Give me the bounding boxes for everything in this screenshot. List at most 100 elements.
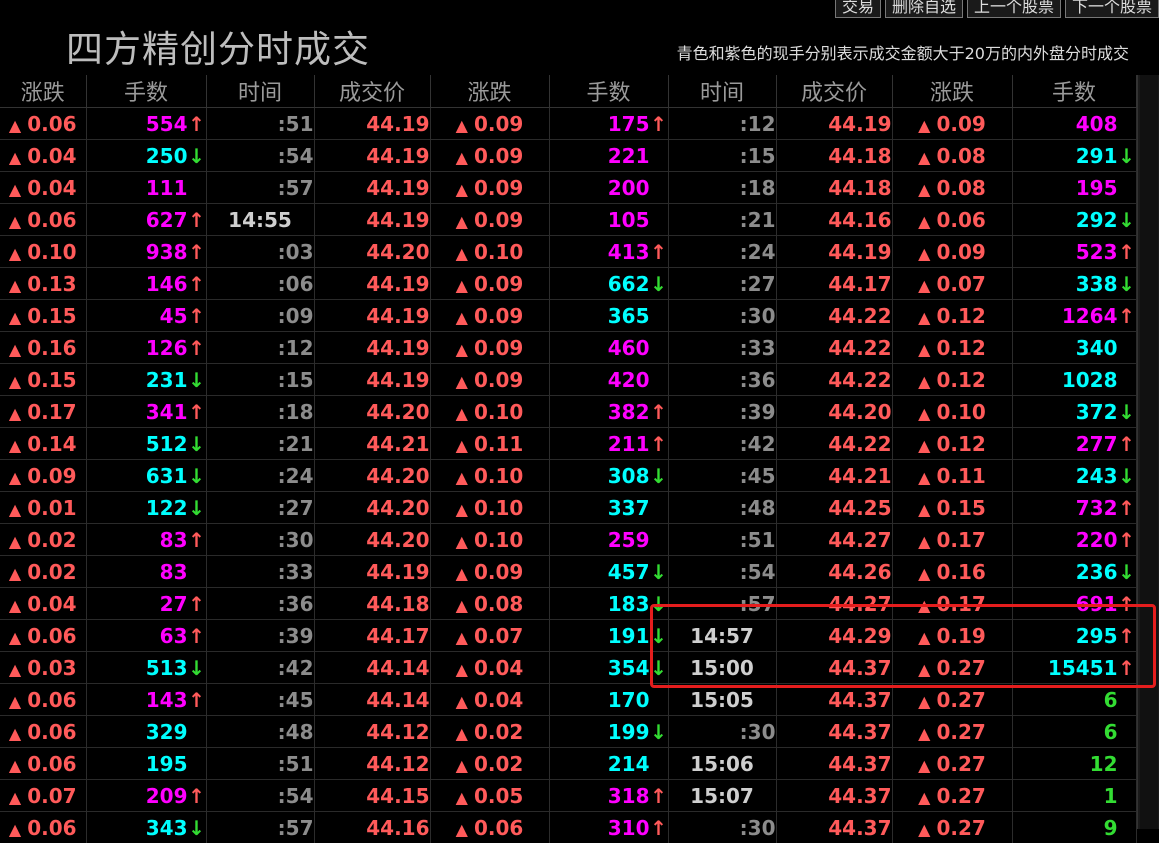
table-row[interactable]: ▲0.10938↑:0344.20▲0.10413↑:2444.19▲0.095… xyxy=(0,236,1136,268)
arrow-up-icon: ↑ xyxy=(188,784,206,808)
arrow-up-icon: ↑ xyxy=(188,688,206,712)
volume-value: 1028 xyxy=(1062,368,1118,392)
table-row[interactable]: ▲0.17341↑:1844.20▲0.10382↑:3944.20▲0.103… xyxy=(0,396,1136,428)
time-cell: :24 xyxy=(668,236,776,268)
table-row[interactable]: ▲0.0283↑:3044.20▲0.10259:5144.27▲0.17220… xyxy=(0,524,1136,556)
up-triangle-icon: ▲ xyxy=(9,468,21,487)
column-header[interactable]: 手数 xyxy=(86,75,206,108)
time-cell: :15 xyxy=(206,364,314,396)
change-cell: ▲0.09 xyxy=(0,460,86,492)
next-stock-button[interactable]: 下一个股票 xyxy=(1065,0,1159,18)
table-row[interactable]: ▲0.09631↓:2444.20▲0.10308↓:4544.21▲0.112… xyxy=(0,460,1136,492)
table-row[interactable]: ▲0.06627↑14:5544.19▲0.09105:2144.16▲0.06… xyxy=(0,204,1136,236)
change-cell: ▲0.08 xyxy=(892,140,1012,172)
price-cell: 44.37 xyxy=(776,780,892,812)
price-cell: 44.19 xyxy=(776,108,892,140)
change-value: 0.02 xyxy=(27,560,76,584)
time-cell: :06 xyxy=(206,268,314,300)
up-triangle-icon: ▲ xyxy=(918,724,930,743)
vertical-scrollbar[interactable] xyxy=(1137,75,1159,829)
change-cell: ▲0.05 xyxy=(430,780,549,812)
volume-cell: 122↓ xyxy=(86,492,206,524)
column-header[interactable]: 成交价 xyxy=(776,75,892,108)
volume-value: 382 xyxy=(608,400,650,424)
time-cell: :18 xyxy=(668,172,776,204)
table-row[interactable]: ▲0.06554↑:5144.19▲0.09175↑:1244.19▲0.094… xyxy=(0,108,1136,140)
volume-cell: 554↑ xyxy=(86,108,206,140)
column-header[interactable]: 时间 xyxy=(668,75,776,108)
table-row[interactable]: ▲0.1545↑:0944.19▲0.09365:3044.22▲0.12126… xyxy=(0,300,1136,332)
column-header[interactable]: 涨跌 xyxy=(430,75,549,108)
volume-cell: 209↑ xyxy=(86,780,206,812)
scrollbar-track[interactable] xyxy=(1140,75,1158,829)
change-value: 0.08 xyxy=(474,592,523,616)
change-cell: ▲0.27 xyxy=(892,780,1012,812)
table-row[interactable]: ▲0.06343↓:5744.16▲0.06310↑:3044.37▲0.279 xyxy=(0,812,1136,843)
change-value: 0.10 xyxy=(474,400,523,424)
volume-cell: 200 xyxy=(549,172,668,204)
change-cell: ▲0.10 xyxy=(430,492,549,524)
change-cell: ▲0.10 xyxy=(892,396,1012,428)
change-cell: ▲0.04 xyxy=(0,588,86,620)
table-row[interactable]: ▲0.06143↑:4544.14▲0.0417015:0544.37▲0.27… xyxy=(0,684,1136,716)
arrow-up-icon: ↑ xyxy=(1118,432,1136,456)
table-row[interactable]: ▲0.04250↓:5444.19▲0.09221:1544.18▲0.0829… xyxy=(0,140,1136,172)
change-value: 0.09 xyxy=(474,112,523,136)
column-header[interactable]: 手数 xyxy=(549,75,668,108)
price-cell: 44.22 xyxy=(776,332,892,364)
change-value: 0.06 xyxy=(27,816,76,840)
up-triangle-icon: ▲ xyxy=(918,340,930,359)
trade-button[interactable]: 交易 xyxy=(835,0,881,18)
price-cell: 44.19 xyxy=(314,556,430,588)
column-header[interactable]: 时间 xyxy=(206,75,314,108)
arrow-down-icon: ↓ xyxy=(1118,560,1136,584)
change-value: 0.09 xyxy=(936,112,985,136)
table-row[interactable]: ▲0.07209↑:5444.15▲0.05318↑15:0744.37▲0.2… xyxy=(0,780,1136,812)
table-row[interactable]: ▲0.0283:3344.19▲0.09457↓:5444.26▲0.16236… xyxy=(0,556,1136,588)
volume-value: 631 xyxy=(146,464,188,488)
change-value: 0.09 xyxy=(474,208,523,232)
volume-cell: 308↓ xyxy=(549,460,668,492)
volume-cell: 111 xyxy=(86,172,206,204)
prev-stock-button[interactable]: 上一个股票 xyxy=(967,0,1061,18)
volume-cell: 199↓ xyxy=(549,716,668,748)
volume-value: 236 xyxy=(1076,560,1118,584)
column-header[interactable]: 涨跌 xyxy=(0,75,86,108)
table-row[interactable]: ▲0.01122↓:2744.20▲0.10337:4844.25▲0.1573… xyxy=(0,492,1136,524)
change-cell: ▲0.08 xyxy=(892,172,1012,204)
change-cell: ▲0.06 xyxy=(0,748,86,780)
arrow-down-icon: ↓ xyxy=(1118,464,1136,488)
up-triangle-icon: ▲ xyxy=(9,756,21,775)
volume-cell: 45↑ xyxy=(86,300,206,332)
remove-watchlist-button[interactable]: 删除自选 xyxy=(885,0,963,18)
volume-cell: 195 xyxy=(86,748,206,780)
table-row[interactable]: ▲0.13146↑:0644.19▲0.09662↓:2744.17▲0.073… xyxy=(0,268,1136,300)
table-row[interactable]: ▲0.06329:4844.12▲0.02199↓:3044.37▲0.276 xyxy=(0,716,1136,748)
table-row[interactable]: ▲0.15231↓:1544.19▲0.09420:3644.22▲0.1210… xyxy=(0,364,1136,396)
change-value: 0.27 xyxy=(936,752,985,776)
column-header[interactable]: 涨跌 xyxy=(892,75,1012,108)
volume-value: 292 xyxy=(1076,208,1118,232)
up-triangle-icon: ▲ xyxy=(918,308,930,327)
time-cell: :18 xyxy=(206,396,314,428)
price-cell: 44.19 xyxy=(776,236,892,268)
volume-cell: 146↑ xyxy=(86,268,206,300)
table-row[interactable]: ▲0.04111:5744.19▲0.09200:1844.18▲0.08195 xyxy=(0,172,1136,204)
change-value: 0.01 xyxy=(27,496,76,520)
up-triangle-icon: ▲ xyxy=(918,756,930,775)
volume-cell: 12 xyxy=(1012,748,1136,780)
up-triangle-icon: ▲ xyxy=(456,212,468,231)
price-cell: 44.21 xyxy=(776,460,892,492)
volume-value: 341 xyxy=(146,400,188,424)
column-header[interactable]: 成交价 xyxy=(314,75,430,108)
change-cell: ▲0.15 xyxy=(892,492,1012,524)
up-triangle-icon: ▲ xyxy=(918,820,930,839)
table-row[interactable]: ▲0.16126↑:1244.19▲0.09460:3344.22▲0.1234… xyxy=(0,332,1136,364)
table-row[interactable]: ▲0.14512↓:2144.21▲0.11211↑:4244.22▲0.122… xyxy=(0,428,1136,460)
price-cell: 44.26 xyxy=(776,556,892,588)
change-value: 0.02 xyxy=(474,752,523,776)
change-value: 0.09 xyxy=(474,336,523,360)
table-row[interactable]: ▲0.06195:5144.12▲0.0221415:0644.37▲0.271… xyxy=(0,748,1136,780)
column-header[interactable]: 手数 xyxy=(1012,75,1136,108)
up-triangle-icon: ▲ xyxy=(918,564,930,583)
